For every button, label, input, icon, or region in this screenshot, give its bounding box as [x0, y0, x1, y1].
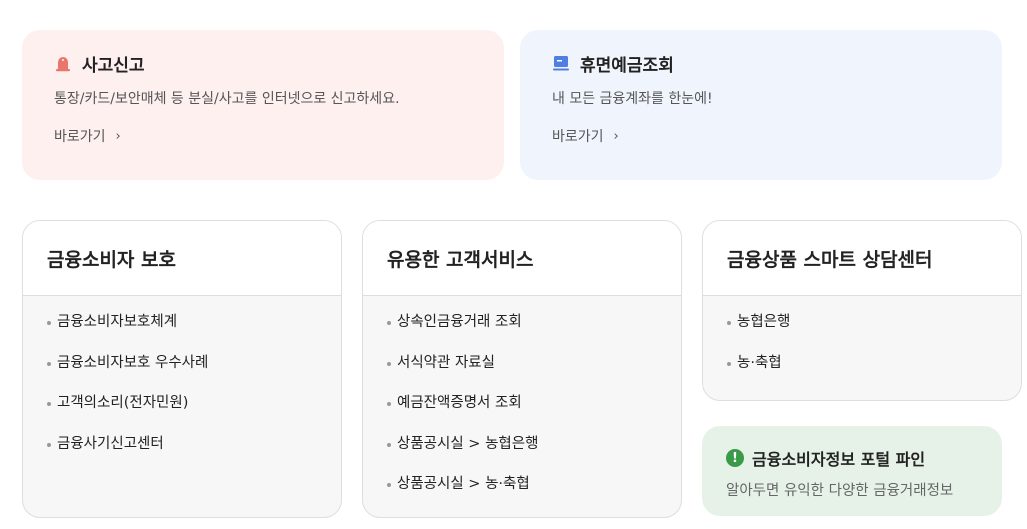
list-item[interactable]: 상품공시실 > 농협은행 [387, 434, 657, 475]
smart-consult-title: 금융상품 스마트 상담센터 [703, 221, 1021, 296]
dormant-deposit-description: 내 모든 금융계좌를 한눈에! [552, 91, 713, 107]
fine-portal-title: 금융소비자정보 포털 파인 [752, 450, 926, 469]
accident-report-banner[interactable]: 사고신고 통장/카드/보안매체 등 분실/사고를 인터넷으로 신고하세요. 바로… [22, 30, 504, 180]
list-item[interactable]: 농협은행 [727, 312, 997, 353]
accident-report-link[interactable]: 바로가기 › [54, 126, 121, 146]
customer-services-list: 상속인금융거래 조회 서식약관 자료실 예금잔액증명서 조회 상품공시실 > 농… [363, 296, 681, 515]
list-item[interactable]: 서식약관 자료실 [387, 353, 657, 394]
dormant-deposit-banner[interactable]: 휴면예금조회 내 모든 금융계좌를 한눈에! 바로가기 › [520, 30, 1002, 180]
fine-portal-description: 알아두면 유익한 다양한 금융거래정보 [726, 483, 954, 499]
consumer-protection-list: 금융소비자보호체계 금융소비자보호 우수사례 고객의소리(전자민원) 금융사기신… [23, 296, 341, 474]
consumer-protection-card: 금융소비자 보호 금융소비자보호체계 금융소비자보호 우수사례 고객의소리(전자… [22, 220, 342, 518]
exclamation-circle-icon: ! [726, 449, 744, 467]
dormant-deposit-link[interactable]: 바로가기 › [552, 126, 619, 146]
list-item[interactable]: 예금잔액증명서 조회 [387, 393, 657, 434]
fine-portal-banner[interactable]: ! 금융소비자정보 포털 파인 알아두면 유익한 다양한 금융거래정보 [702, 426, 1002, 516]
monitor-icon [552, 54, 570, 72]
smart-consult-list: 농협은행 농·축협 [703, 296, 1021, 393]
dormant-deposit-link-label: 바로가기 [552, 129, 604, 145]
consumer-protection-title: 금융소비자 보호 [23, 221, 341, 296]
list-item[interactable]: 농·축협 [727, 353, 997, 394]
list-item[interactable]: 고객의소리(전자민원) [47, 393, 317, 434]
accident-report-title-row: 사고신고 [54, 52, 472, 76]
accident-report-link-label: 바로가기 [54, 129, 106, 145]
customer-services-card: 유용한 고객서비스 상속인금융거래 조회 서식약관 자료실 예금잔액증명서 조회… [362, 220, 682, 518]
dormant-deposit-title-row: 휴면예금조회 [552, 52, 970, 76]
list-item[interactable]: 금융소비자보호체계 [47, 312, 317, 353]
chevron-right-icon: › [115, 128, 121, 144]
list-item[interactable]: 금융소비자보호 우수사례 [47, 353, 317, 394]
fine-portal-title-row: ! 금융소비자정보 포털 파인 [726, 446, 978, 470]
customer-services-title: 유용한 고객서비스 [363, 221, 681, 296]
smart-consult-card: 금융상품 스마트 상담센터 농협은행 농·축협 [702, 220, 1022, 401]
alert-bell-icon [54, 54, 72, 72]
dormant-deposit-title: 휴면예금조회 [580, 55, 674, 76]
accident-report-title: 사고신고 [82, 55, 145, 76]
accident-report-description: 통장/카드/보안매체 등 분실/사고를 인터넷으로 신고하세요. [54, 91, 400, 107]
chevron-right-icon: › [613, 128, 619, 144]
list-item[interactable]: 상품공시실 > 농·축협 [387, 474, 657, 515]
list-item[interactable]: 상속인금융거래 조회 [387, 312, 657, 353]
list-item[interactable]: 금융사기신고센터 [47, 434, 317, 475]
